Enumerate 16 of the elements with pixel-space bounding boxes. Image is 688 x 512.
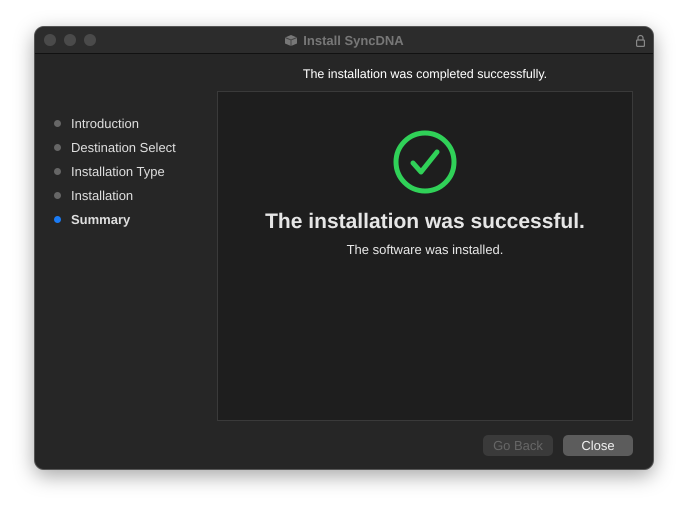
result-title: The installation was successful. xyxy=(265,210,585,234)
step-label: Summary xyxy=(71,212,130,226)
window-title: Install SyncDNA xyxy=(303,32,404,48)
step-label: Destination Select xyxy=(71,140,176,154)
lock-icon xyxy=(636,34,645,46)
step-label: Installation xyxy=(71,188,134,202)
step-label: Installation Type xyxy=(71,164,165,178)
step-label: Introduction xyxy=(71,116,139,130)
zoom-window-button[interactable] xyxy=(84,34,96,46)
status-heading: The installation was completed successfully. xyxy=(302,66,548,80)
close-button[interactable]: Close xyxy=(563,435,633,456)
minimize-window-button[interactable] xyxy=(64,34,76,46)
package-icon xyxy=(284,34,298,46)
close-window-button[interactable] xyxy=(44,34,56,46)
result-message: The software was installed. xyxy=(346,242,504,257)
checkmark-circle-icon xyxy=(393,130,457,194)
